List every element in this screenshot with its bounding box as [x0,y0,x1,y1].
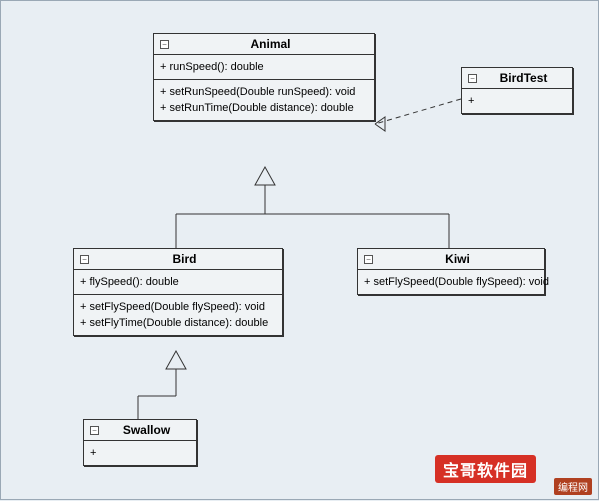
operations-section: + [462,89,572,113]
operations-section: + [84,441,196,465]
class-birdtest[interactable]: − BirdTest + [461,67,573,114]
class-name: Animal [173,37,368,51]
attributes-section: + runSpeed(): double [154,55,374,80]
member: + [90,445,190,461]
collapse-icon[interactable]: − [364,255,373,264]
collapse-icon[interactable]: − [160,40,169,49]
class-name: Swallow [103,423,190,437]
member: + setFlySpeed(Double flySpeed): void [364,274,538,290]
member: + [468,93,566,109]
collapse-icon[interactable]: − [90,426,99,435]
operations-section: + setFlySpeed(Double flySpeed): void + s… [74,295,282,335]
class-swallow[interactable]: − Swallow + [83,419,197,466]
operations-section: + setRunSpeed(Double runSpeed): void + s… [154,80,374,120]
member: + flySpeed(): double [80,274,276,290]
class-name: BirdTest [481,71,566,85]
class-name: Kiwi [377,252,538,266]
class-animal[interactable]: − Animal + runSpeed(): double + setRunSp… [153,33,375,121]
collapse-icon[interactable]: − [468,74,477,83]
member: + runSpeed(): double [160,59,368,75]
watermark-badge: 宝哥软件园 [435,455,536,483]
attributes-section: + flySpeed(): double [74,270,282,295]
class-bird[interactable]: − Bird + flySpeed(): double + setFlySpee… [73,248,283,336]
member: + setRunTime(Double distance): double [160,100,368,116]
operations-section: + setFlySpeed(Double flySpeed): void [358,270,544,294]
member: + setRunSpeed(Double runSpeed): void [160,84,368,100]
collapse-icon[interactable]: − [80,255,89,264]
class-name: Bird [93,252,276,266]
member: + setFlyTime(Double distance): double [80,315,276,331]
class-kiwi[interactable]: − Kiwi + setFlySpeed(Double flySpeed): v… [357,248,545,295]
watermark-badge-small: 编程网 [554,478,592,495]
member: + setFlySpeed(Double flySpeed): void [80,299,276,315]
